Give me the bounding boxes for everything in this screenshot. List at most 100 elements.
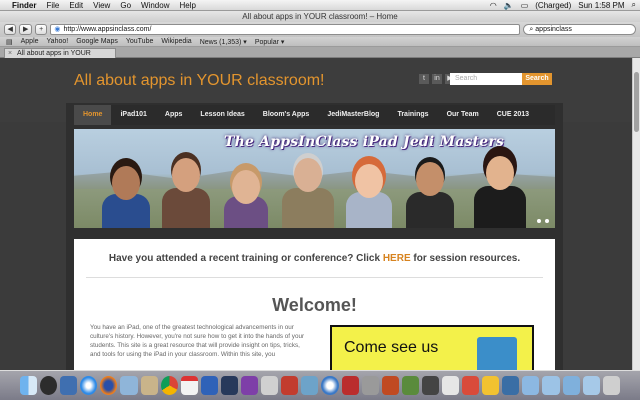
firefox-icon[interactable] <box>100 376 118 395</box>
chrome-icon[interactable] <box>160 376 178 395</box>
promo-logo-icon <box>477 337 517 370</box>
url-text: http://www.appsinclass.com/ <box>63 26 152 33</box>
menu-window[interactable]: Window <box>141 1 169 10</box>
menu-bar: Finder File Edit View Go Window Help ◠ 🔈… <box>0 0 640 11</box>
linkedin-icon[interactable]: in <box>432 74 442 84</box>
nav-home[interactable]: Home <box>74 105 112 125</box>
carousel-dot[interactable] <box>545 219 549 223</box>
app-icon[interactable] <box>482 376 500 395</box>
nav-trainings[interactable]: Trainings <box>388 105 437 125</box>
app-icon[interactable] <box>281 376 299 395</box>
bookmark-wikipedia[interactable]: Wikipedia <box>161 38 191 45</box>
team-photo-person <box>224 170 268 228</box>
app-icon[interactable] <box>401 376 419 395</box>
address-toolbar: ◀ ▶ + ◉ http://www.appsinclass.com/ ⌕ ap… <box>0 22 640 37</box>
add-bookmark-button[interactable]: + <box>34 24 48 35</box>
menu-edit[interactable]: Edit <box>69 1 83 10</box>
page-scrollbar[interactable] <box>632 58 640 370</box>
nav-cue-2013[interactable]: CUE 2013 <box>488 105 538 125</box>
word-icon[interactable] <box>200 376 218 395</box>
welcome-heading: Welcome! <box>272 295 357 315</box>
bookmark-reading-list-icon[interactable]: ▤ <box>6 38 13 46</box>
battery-status: (Charged) <box>535 0 572 10</box>
safari-icon[interactable] <box>80 376 98 395</box>
mail-icon[interactable] <box>120 376 138 395</box>
scrollbar-thumb[interactable] <box>634 72 639 132</box>
iphoto-icon[interactable] <box>301 376 319 395</box>
team-photo-person <box>406 162 454 228</box>
site-search-input[interactable]: Search <box>450 73 522 85</box>
folder-icon[interactable] <box>562 376 580 395</box>
app-icon[interactable] <box>261 376 279 395</box>
training-text-before: Have you attended a recent training or c… <box>108 253 383 264</box>
menu-view[interactable]: View <box>93 1 110 10</box>
folder-icon[interactable] <box>542 376 560 395</box>
carousel-dot[interactable] <box>537 219 541 223</box>
browser-search-field[interactable]: ⌕ appsinclass <box>523 24 637 35</box>
content-divider <box>86 277 543 278</box>
spotlight-icon[interactable]: ⌕ <box>632 0 636 10</box>
nav-blooms-apps[interactable]: Bloom's Apps <box>254 105 319 125</box>
nav-ipad101[interactable]: iPad101 <box>111 105 155 125</box>
forward-button[interactable]: ▶ <box>19 24 32 35</box>
ical-icon[interactable] <box>180 376 198 395</box>
bookmark-popular[interactable]: Popular ▾ <box>255 38 285 46</box>
trash-icon[interactable] <box>602 376 620 395</box>
tab-active[interactable]: × All about apps in YOUR classroo... <box>4 48 116 66</box>
menu-file[interactable]: File <box>46 1 59 10</box>
nav-jedimasterblog[interactable]: JediMasterBlog <box>318 105 388 125</box>
app-icon[interactable] <box>421 376 439 395</box>
bookmark-google-maps[interactable]: Google Maps <box>76 38 118 45</box>
browser-search-value: appsinclass <box>535 26 572 33</box>
site-title[interactable]: All about apps in YOUR classroom! <box>74 72 324 90</box>
team-photo-person <box>474 156 526 228</box>
site-search-button[interactable]: Search <box>522 73 552 85</box>
close-tab-icon[interactable]: × <box>8 49 12 58</box>
wifi-icon[interactable]: ◠ <box>490 1 497 10</box>
photoshop-icon[interactable] <box>220 376 239 395</box>
training-text-after: for session resources. <box>410 253 521 264</box>
bookmark-apple[interactable]: Apple <box>21 38 39 45</box>
preview-icon[interactable] <box>140 376 158 395</box>
window-title-bar: All about apps in YOUR classroom! – Home <box>0 11 640 22</box>
finder-icon[interactable] <box>20 376 38 395</box>
bookmark-youtube[interactable]: YouTube <box>126 38 154 45</box>
app-icon[interactable] <box>441 376 460 395</box>
team-photo-person <box>162 158 210 228</box>
mission-control-icon[interactable] <box>60 376 78 395</box>
menu-go[interactable]: Go <box>120 1 131 10</box>
clock[interactable]: Sun 1:58 PM <box>578 1 624 10</box>
app-icon[interactable] <box>502 376 520 395</box>
battery-icon[interactable]: ▭ <box>521 1 529 10</box>
dashboard-icon[interactable] <box>40 376 58 395</box>
promo-banner[interactable]: Come see us <box>330 325 534 370</box>
folder-icon[interactable] <box>522 376 540 395</box>
nav-our-team[interactable]: Our Team <box>438 105 488 125</box>
bookmark-news[interactable]: News (1,353) ▾ <box>200 38 247 46</box>
bookmarks-bar: ▤ Apple Yahoo! Google Maps YouTube Wikip… <box>0 37 640 47</box>
bookmark-yahoo[interactable]: Yahoo! <box>47 38 69 45</box>
app-icon[interactable] <box>462 376 480 395</box>
volume-icon[interactable]: 🔈 <box>504 1 514 10</box>
url-field[interactable]: ◉ http://www.appsinclass.com/ <box>50 24 521 35</box>
nav-apps[interactable]: Apps <box>156 105 192 125</box>
menu-help[interactable]: Help <box>179 1 195 10</box>
window-title: All about apps in YOUR classroom! – Home <box>242 12 398 21</box>
folder-icon[interactable] <box>582 376 600 395</box>
main-content: Have you attended a recent training or c… <box>74 239 555 370</box>
twitter-icon[interactable]: t <box>419 74 429 84</box>
app-icon[interactable] <box>241 376 259 395</box>
app-icon[interactable] <box>381 376 399 395</box>
promo-text: Come see us <box>344 339 439 356</box>
back-button[interactable]: ◀ <box>4 24 17 35</box>
web-page: All about apps in YOUR classroom! t in ▶… <box>0 58 632 370</box>
app-icon[interactable] <box>341 376 359 395</box>
hero-banner: The AppsInClass iPad Jedi Masters <box>74 129 555 228</box>
menu-finder[interactable]: Finder <box>12 1 36 10</box>
app-icon[interactable] <box>361 376 379 395</box>
nav-lesson-ideas[interactable]: Lesson Ideas <box>191 105 253 125</box>
main-nav: Home iPad101 Apps Lesson Ideas Bloom's A… <box>74 105 555 125</box>
carousel-dots <box>537 219 549 223</box>
training-here-link[interactable]: HERE <box>383 253 411 264</box>
itunes-icon[interactable] <box>321 376 339 395</box>
